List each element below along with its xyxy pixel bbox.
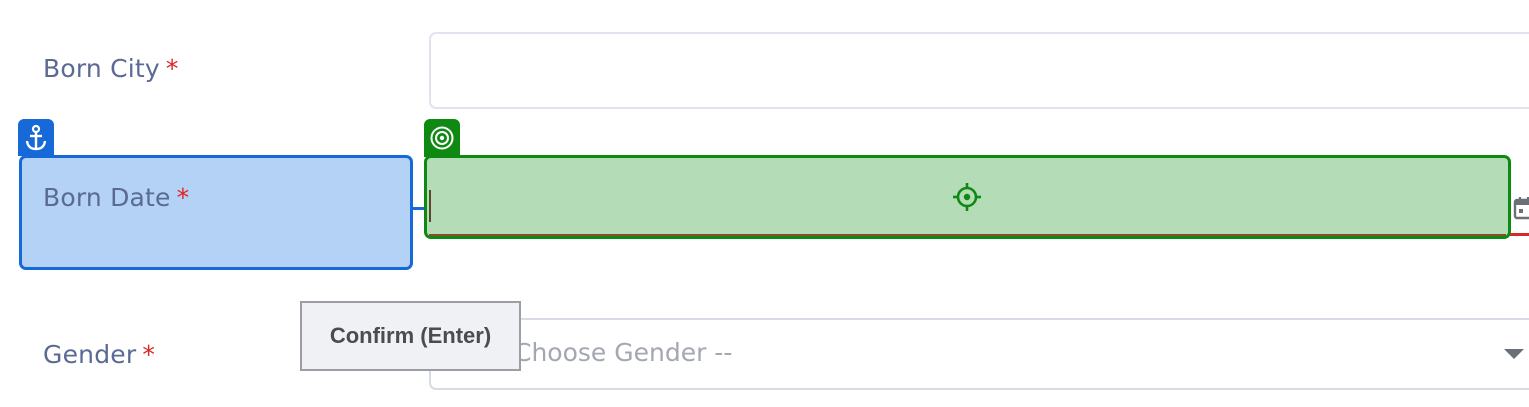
born-city-input[interactable] [429, 32, 1529, 109]
gender-label: Gender * [43, 340, 155, 369]
required-marker: * [142, 340, 156, 369]
crosshair-icon [953, 183, 981, 211]
born-date-label-text: Born Date [43, 183, 171, 212]
born-date-label-highlight [19, 155, 413, 270]
born-city-label: Born City * [43, 54, 179, 83]
chevron-down-icon[interactable] [1504, 349, 1524, 359]
calendar-icon[interactable] [1513, 196, 1529, 220]
anchor-tab [18, 119, 54, 156]
form-screen: Born City * Born Date * Gender * -- Choo… [0, 0, 1529, 407]
born-city-label-text: Born City [43, 54, 160, 83]
required-marker: * [176, 183, 190, 212]
born-date-label: Born Date * [43, 183, 189, 212]
gender-select-placeholder: -- Choose Gender -- [488, 338, 733, 367]
gender-label-text: Gender [43, 340, 137, 369]
text-cursor [429, 190, 431, 222]
required-marker: * [165, 54, 179, 83]
target-icon [430, 126, 454, 150]
confirm-tooltip: Confirm (Enter) [300, 301, 521, 371]
target-tab [424, 119, 460, 157]
validation-error-underline [1510, 233, 1529, 236]
anchor-icon [25, 124, 47, 150]
